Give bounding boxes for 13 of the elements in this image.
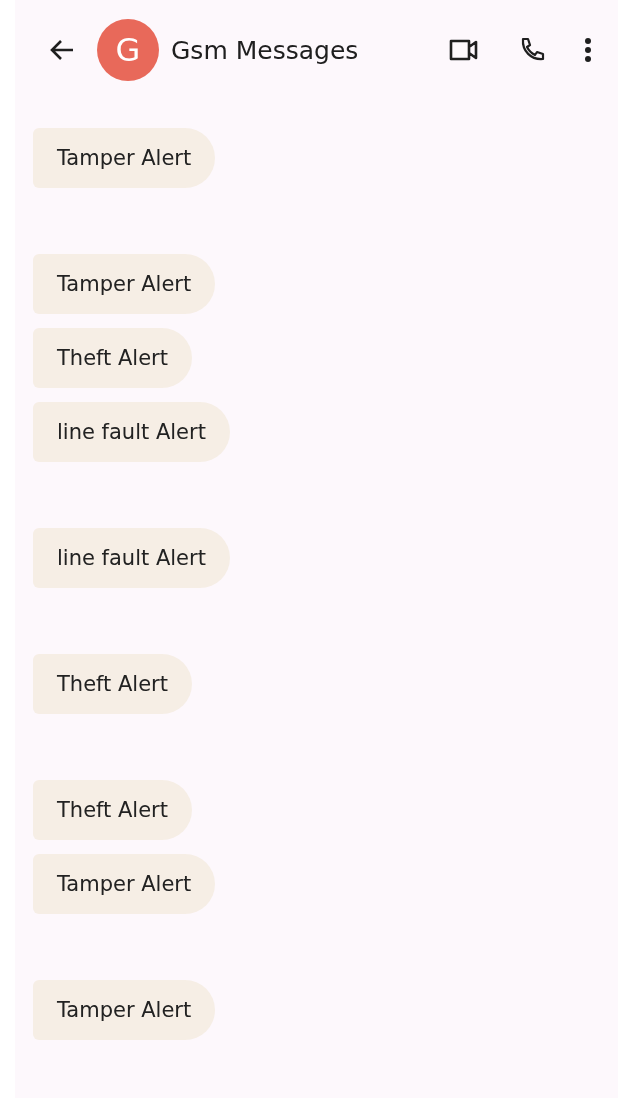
message-bubble[interactable]: line fault Alert [33,528,230,588]
message-bubble[interactable]: Tamper Alert [33,980,216,1040]
message-bubble[interactable]: Theft Alert [33,654,192,714]
back-arrow-icon [49,39,75,61]
video-camera-icon [448,38,480,62]
more-vertical-icon [584,37,592,63]
message-bubble[interactable]: Tamper Alert [33,854,216,914]
message-bubble[interactable]: line fault Alert [33,402,230,462]
conversation-title: Gsm Messages [171,35,359,65]
message-bubble[interactable]: Theft Alert [33,780,192,840]
message-bubble[interactable]: Tamper Alert [33,254,216,314]
message-bubble[interactable]: Theft Alert [33,328,192,388]
message-bubble[interactable]: Tamper Alert [33,128,216,188]
